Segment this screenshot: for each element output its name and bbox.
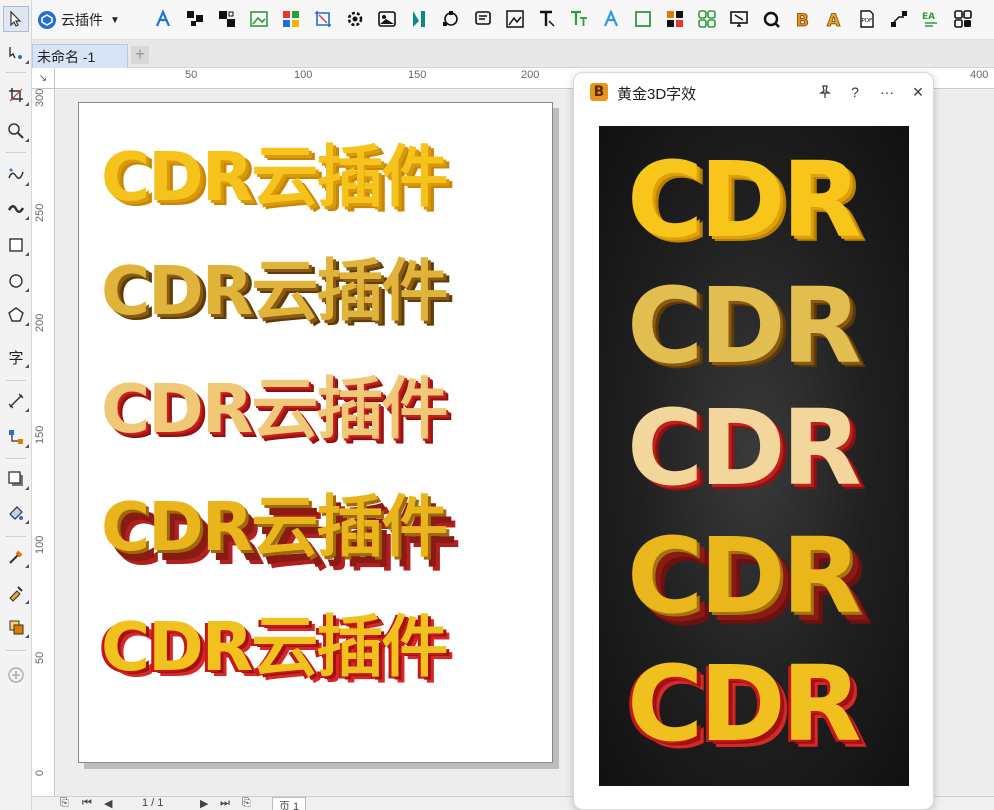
transparency-tool-icon[interactable] xyxy=(3,500,29,526)
svg-text:B: B xyxy=(796,11,809,29)
connector-tool-icon[interactable] xyxy=(3,424,29,450)
node-edit-icon[interactable] xyxy=(440,8,462,30)
add-page-icon[interactable]: ⎘ xyxy=(60,797,69,810)
ruler-label: 400 xyxy=(970,69,989,81)
grid-split-icon[interactable] xyxy=(184,8,206,30)
gold-a-icon[interactable]: A xyxy=(824,8,846,30)
ruler-label: 100 xyxy=(34,535,46,554)
more-options-button[interactable]: ··· xyxy=(876,81,898,103)
text-list-icon[interactable]: EA xyxy=(920,8,942,30)
pin-icon[interactable] xyxy=(814,81,836,103)
ruler-label: 200 xyxy=(34,313,46,332)
next-page-icon[interactable]: ▶ xyxy=(200,797,208,810)
align-objects-icon[interactable] xyxy=(216,8,238,30)
gold-text-row[interactable]: CDR云插件 xyxy=(101,473,448,570)
polygon-tool-icon[interactable] xyxy=(3,302,29,328)
first-page-icon[interactable]: ⏮ xyxy=(82,797,92,810)
dimension-tool-icon[interactable] xyxy=(3,388,29,414)
pick-tool-icon[interactable] xyxy=(3,6,29,32)
plugin-menu-label: 云插件 xyxy=(61,12,103,28)
cloud-plugin-icon xyxy=(38,11,56,29)
ruler-label: 0 xyxy=(34,769,46,776)
zoom-tool-icon[interactable] xyxy=(3,118,29,144)
palette-blocks-icon[interactable] xyxy=(664,8,686,30)
eyedropper-tool-icon[interactable] xyxy=(3,544,29,570)
help-button[interactable]: ? xyxy=(844,81,866,103)
ruler-label: 150 xyxy=(34,425,46,444)
settings-gear-icon[interactable] xyxy=(344,8,366,30)
ruler-label: 150 xyxy=(408,69,427,81)
shape-tool-icon[interactable] xyxy=(3,40,29,66)
svg-text:PDF: PDF xyxy=(862,18,873,24)
ruler-label: 50 xyxy=(185,69,198,81)
bookmark-icon[interactable] xyxy=(408,8,430,30)
note-icon[interactable] xyxy=(472,8,494,30)
shadow-tool-icon[interactable] xyxy=(3,466,29,492)
image-trace-icon[interactable] xyxy=(504,8,526,30)
gold-text-row[interactable]: CDR云插件 xyxy=(101,593,448,690)
screen-capture-icon[interactable] xyxy=(728,8,750,30)
text-effect-icon[interactable] xyxy=(600,8,622,30)
plugin-toolbar: 云插件 ▼ B A PDF EA xyxy=(32,0,994,40)
layout-panels-icon[interactable] xyxy=(952,8,974,30)
crop-tool-icon[interactable] xyxy=(3,82,29,108)
new-tab-button[interactable]: + xyxy=(131,45,149,64)
interactive-fill-icon[interactable] xyxy=(3,580,29,606)
toolbox: 字 xyxy=(0,0,32,810)
gold-text-row[interactable]: CDR云插件 xyxy=(101,237,448,334)
ruler-label: 250 xyxy=(34,203,46,222)
prev-page-icon[interactable]: ◀ xyxy=(104,797,112,810)
svg-text:A: A xyxy=(827,11,841,29)
gold-b-icon[interactable]: B xyxy=(792,8,814,30)
preview-text[interactable]: CDR xyxy=(627,524,862,628)
text-path-icon[interactable] xyxy=(536,8,558,30)
artistic-media-icon[interactable] xyxy=(3,196,29,222)
flowchart-icon[interactable] xyxy=(888,8,910,30)
coreldraw-window: { "plugin_menu": {"label": "云插件"}, "docu… xyxy=(0,0,994,810)
text-tool-icon[interactable]: 字 xyxy=(3,344,29,370)
crop-marks-icon[interactable] xyxy=(312,8,334,30)
preview-text[interactable]: CDR xyxy=(627,396,862,500)
preview-text[interactable]: CDR xyxy=(627,148,862,252)
document-tab-bar: 未命名 -1 + xyxy=(32,40,994,68)
plugin-logo-icon: B xyxy=(590,83,608,101)
ruler-label: 50 xyxy=(34,651,46,664)
docker-header: B 黄金3D字效 ? ··· × xyxy=(574,73,933,109)
freehand-tool-icon[interactable] xyxy=(3,162,29,188)
ruler-label: 200 xyxy=(521,69,540,81)
page-tab[interactable]: 页 1 xyxy=(272,797,307,810)
document-page[interactable]: CDR云插件 CDR云插件 CDR云插件 CDR云插件 CDR云插件 xyxy=(78,102,553,763)
text-art-icon[interactable] xyxy=(152,8,174,30)
vertical-ruler[interactable]: 300 250 200 150 100 50 0 xyxy=(32,89,55,810)
smart-fill-icon[interactable] xyxy=(3,614,29,640)
pdf-export-icon[interactable]: PDF xyxy=(856,8,878,30)
gold-text-row[interactable]: CDR云插件 xyxy=(101,355,448,452)
preview-text[interactable]: CDR xyxy=(627,652,862,756)
ruler-label: 300 xyxy=(34,88,46,107)
text-format-icon[interactable] xyxy=(568,8,590,30)
page-counter: 1 / 1 xyxy=(142,797,164,809)
effect-preview-panel[interactable]: CDR CDR CDR CDR CDR xyxy=(599,126,909,786)
last-page-icon[interactable]: ⏭ xyxy=(220,797,230,810)
ruler-label: 100 xyxy=(294,69,313,81)
add-page-after-icon[interactable]: ⎘ xyxy=(242,797,251,810)
add-tool-icon[interactable] xyxy=(3,662,29,688)
close-button[interactable]: × xyxy=(907,81,929,103)
plugin-menu-button[interactable]: 云插件 ▼ xyxy=(38,8,120,32)
layout-grid-icon[interactable] xyxy=(696,8,718,30)
chevron-down-icon: ▼ xyxy=(110,14,120,26)
picture-icon[interactable] xyxy=(376,8,398,30)
gold-text-row[interactable]: CDR云插件 xyxy=(101,123,448,220)
frame-icon[interactable] xyxy=(632,8,654,30)
preview-text[interactable]: CDR xyxy=(627,274,862,378)
document-tab[interactable]: 未命名 -1 xyxy=(32,44,128,68)
gold-3d-effect-docker: B 黄金3D字效 ? ··· × CDR CDR CDR CDR CDR xyxy=(573,72,934,810)
refresh-icon[interactable] xyxy=(760,8,782,30)
rectangle-tool-icon[interactable] xyxy=(3,232,29,258)
svg-text:EA: EA xyxy=(922,12,935,22)
color-blocks-icon[interactable] xyxy=(280,8,302,30)
ellipse-tool-icon[interactable] xyxy=(3,268,29,294)
docker-title: 黄金3D字效 xyxy=(617,86,697,103)
image-frame-icon[interactable] xyxy=(248,8,270,30)
